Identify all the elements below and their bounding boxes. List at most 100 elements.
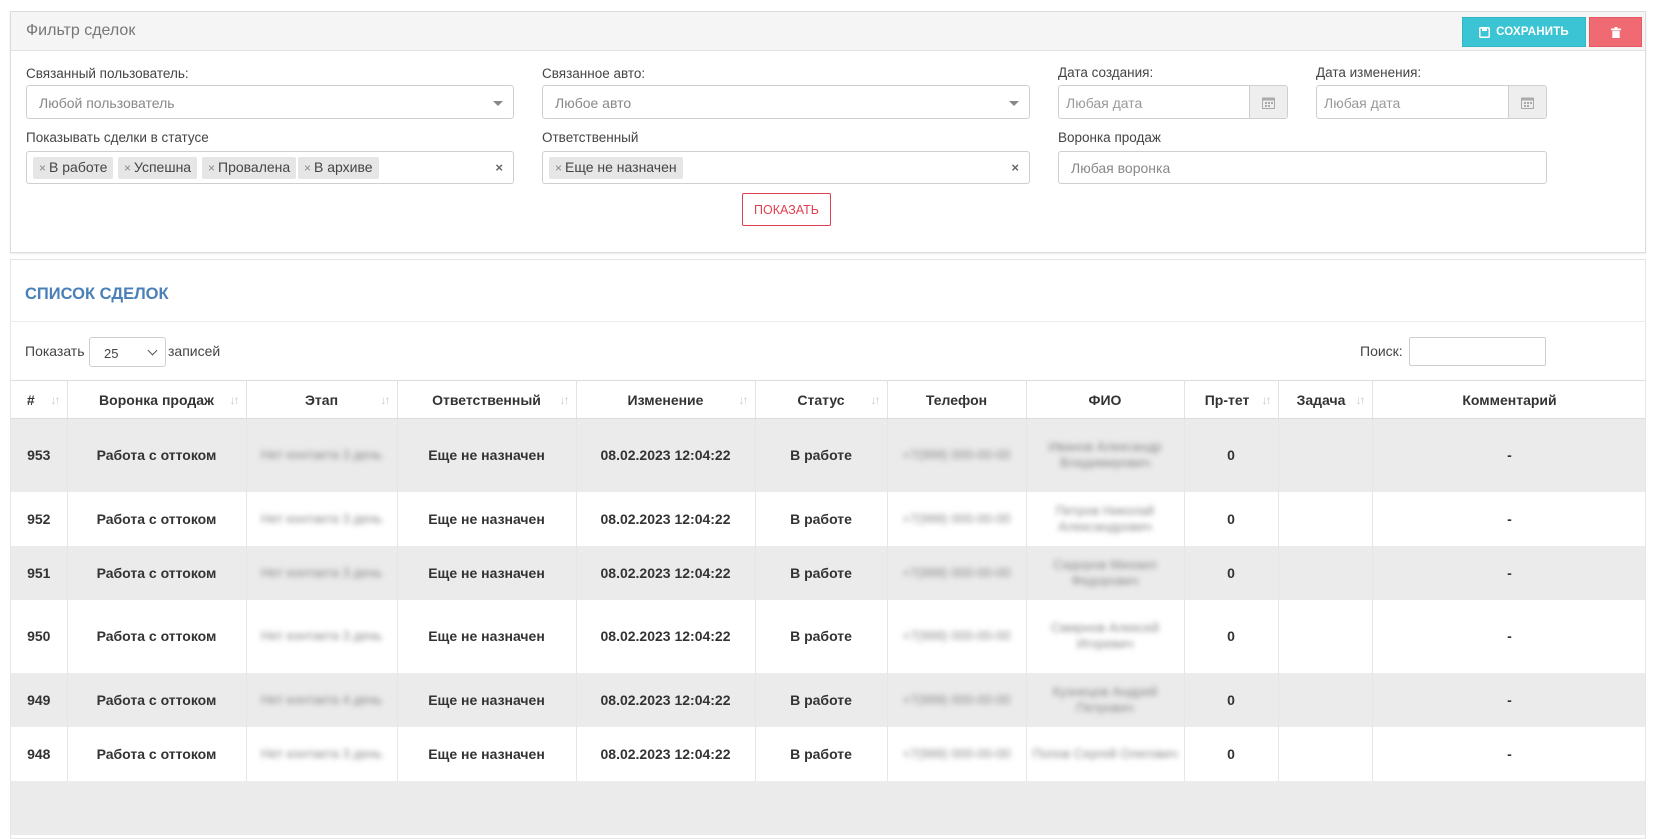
- table-row[interactable]: 951 Работа с оттоком Нет контакта 3 день…: [11, 545, 1645, 600]
- deal-funnel: Работа с оттоком: [67, 545, 247, 600]
- search-input[interactable]: [1409, 337, 1546, 366]
- remove-tag-icon[interactable]: ×: [555, 161, 562, 175]
- column-header-stage[interactable]: Этап ↓↑: [246, 380, 398, 419]
- column-header-label: Телефон: [925, 391, 988, 408]
- column-header-label: Воронка продаж: [99, 391, 214, 408]
- deal-stage: Нет контакта 3 день: [246, 545, 398, 600]
- page-length-label: Показать: [25, 343, 85, 359]
- status-tag[interactable]: × Провалена: [202, 157, 297, 179]
- deal-changed: 08.02.2023 12:04:22: [576, 491, 756, 546]
- filter-header: Фильтр сделок СОХРАНИТЬ: [11, 12, 1645, 51]
- deal-id[interactable]: 952: [11, 491, 68, 546]
- column-header-responsible[interactable]: Ответственный ↓↑: [397, 380, 577, 419]
- deal-stage: Нет контакта 4 день: [246, 672, 398, 727]
- table-row[interactable]: [11, 780, 1645, 835]
- changed-date-input[interactable]: Любая дата: [1316, 85, 1547, 119]
- column-header-funnel[interactable]: Воронка продаж ↓↑: [67, 380, 247, 419]
- column-header-label: Пр-тет: [1204, 391, 1250, 408]
- funnel-select[interactable]: Любая воронка: [1058, 151, 1547, 184]
- funnel-placeholder: Любая воронка: [1071, 160, 1171, 176]
- deal-fio: Петров Николай Александрович: [1026, 491, 1185, 546]
- calendar-button[interactable]: [1249, 86, 1287, 118]
- column-header-id[interactable]: # ↓↑: [11, 380, 68, 419]
- status-tag[interactable]: × В архиве: [298, 157, 379, 179]
- deal-phone: +7(999) 000-00-00: [887, 545, 1027, 600]
- deal-responsible: Еще не назначен: [397, 726, 577, 781]
- deal-priority: 0: [1184, 599, 1279, 673]
- clear-all-icon[interactable]: ×: [1011, 160, 1019, 175]
- remove-tag-icon[interactable]: ×: [39, 161, 46, 175]
- column-header-changed[interactable]: Изменение ↓↑: [576, 380, 756, 419]
- responsible-multiselect[interactable]: × Еще не назначен ×: [542, 151, 1030, 184]
- deal-phone-text: +7(999) 000-00-00: [902, 691, 1011, 707]
- sort-icon: ↓↑: [559, 393, 570, 407]
- column-header-comment: Комментарий: [1372, 380, 1645, 419]
- deal-comment: -: [1372, 491, 1645, 546]
- deal-id[interactable]: 948: [11, 726, 68, 781]
- created-date-input[interactable]: Любая дата: [1058, 85, 1288, 119]
- column-header-label: Этап: [304, 391, 339, 408]
- column-header-label: Изменение: [627, 391, 704, 408]
- changed-date-placeholder: Любая дата: [1324, 95, 1401, 111]
- deal-fio-text: Иванов Александр Владимирович: [1048, 439, 1162, 471]
- status-tag[interactable]: × Успешна: [118, 157, 198, 179]
- sort-icon: ↓↑: [380, 393, 391, 407]
- column-header-status[interactable]: Статус ↓↑: [755, 380, 888, 419]
- linked-car-label: Связанное авто:: [542, 66, 646, 81]
- deal-changed: 08.02.2023 12:04:22: [576, 418, 756, 492]
- deal-id[interactable]: 951: [11, 545, 68, 600]
- deals-list-panel: СПИСОК СДЕЛОК Показать 25 записей Поиск:…: [10, 259, 1646, 839]
- deal-comment: -: [1372, 672, 1645, 727]
- remove-tag-icon[interactable]: ×: [208, 161, 215, 175]
- linked-user-select[interactable]: Любой пользователь: [26, 85, 514, 119]
- responsible-filter-label: Ответственный: [542, 130, 639, 145]
- status-multiselect[interactable]: × В работе × Успешна × Провалена × В архиве …: [26, 151, 514, 184]
- table-header-row: # ↓↑ Воронка продаж ↓↑ Этап ↓↑ Ответственны…: [11, 380, 1645, 419]
- deal-task: [1278, 418, 1373, 492]
- deal-fio-text: Петров Николай Александрович: [1055, 502, 1155, 534]
- linked-car-placeholder: Любое авто: [555, 95, 632, 111]
- deal-priority: 0: [1184, 418, 1279, 492]
- deal-comment: -: [1372, 726, 1645, 781]
- status-tag[interactable]: × В работе: [33, 157, 114, 179]
- responsible-tag[interactable]: × Еще не назначен: [549, 157, 683, 179]
- table-row[interactable]: 948 Работа с оттоком Нет контакта 3 день…: [11, 726, 1645, 781]
- page-length-select[interactable]: 25: [89, 337, 166, 367]
- clear-all-icon[interactable]: ×: [495, 160, 503, 175]
- deal-id[interactable]: 953: [11, 418, 68, 492]
- deal-status: В работе: [755, 545, 888, 600]
- table-row[interactable]: 953 Работа с оттоком Нет контакта 3 день…: [11, 418, 1645, 492]
- sort-icon: ↓↑: [738, 393, 749, 407]
- deal-comment: -: [1372, 545, 1645, 600]
- column-header-fio: ФИО: [1026, 380, 1185, 419]
- save-filter-button[interactable]: СОХРАНИТЬ: [1462, 17, 1586, 47]
- linked-car-select[interactable]: Любое авто: [542, 85, 1030, 119]
- table-row-partial: [11, 780, 1645, 835]
- deal-stage-text: Нет контакта 4 день: [260, 691, 383, 707]
- deal-task: [1278, 545, 1373, 600]
- column-header-task[interactable]: Задача ↓↑: [1278, 380, 1373, 419]
- remove-tag-icon[interactable]: ×: [124, 161, 131, 175]
- status-tag-label: В архиве: [314, 159, 373, 175]
- show-button[interactable]: ПОКАЗАТЬ: [742, 193, 831, 226]
- funnel-filter-label: Воронка продаж: [1058, 130, 1161, 145]
- deal-id[interactable]: 950: [11, 599, 68, 673]
- table-row[interactable]: 952 Работа с оттоком Нет контакта 3 день…: [11, 491, 1645, 546]
- deal-priority: 0: [1184, 545, 1279, 600]
- table-row[interactable]: 949 Работа с оттоком Нет контакта 4 день…: [11, 672, 1645, 727]
- deal-id[interactable]: 949: [11, 672, 68, 727]
- remove-tag-icon[interactable]: ×: [304, 161, 311, 175]
- linked-user-placeholder: Любой пользователь: [39, 95, 175, 111]
- search-label: Поиск:: [1360, 343, 1403, 359]
- deal-priority: 0: [1184, 491, 1279, 546]
- delete-filter-button[interactable]: [1589, 17, 1642, 47]
- created-date-placeholder: Любая дата: [1066, 95, 1143, 111]
- deal-stage-text: Нет контакта 3 день: [260, 745, 383, 761]
- deal-responsible: Еще не назначен: [397, 599, 577, 673]
- column-header-priority[interactable]: Пр-тет ↓↑: [1184, 380, 1279, 419]
- table-row[interactable]: 950 Работа с оттоком Нет контакта 3 день…: [11, 599, 1645, 673]
- deal-phone-text: +7(999) 000-00-00: [902, 745, 1011, 761]
- deal-priority: 0: [1184, 672, 1279, 727]
- calendar-button[interactable]: [1508, 86, 1546, 118]
- deal-fio: Кузнецов Андрей Петрович: [1026, 672, 1185, 727]
